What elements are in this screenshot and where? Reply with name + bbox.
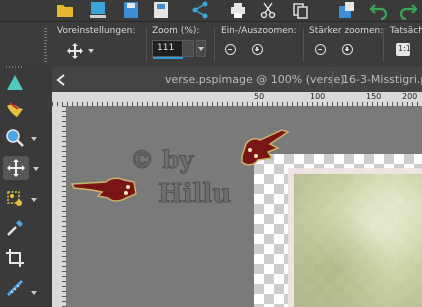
save-as-icon[interactable] xyxy=(151,0,171,20)
move-tool-dropdown-icon[interactable] xyxy=(33,167,39,171)
zoom-tool-icon[interactable] xyxy=(4,127,26,149)
dropper-tool-icon[interactable] xyxy=(4,217,26,239)
browse-icon[interactable] xyxy=(88,0,108,20)
top-toolbar xyxy=(0,0,422,21)
print-icon[interactable] xyxy=(228,0,248,20)
ruler-label: 200 xyxy=(402,92,418,101)
divider xyxy=(146,28,147,62)
flower-image-layer xyxy=(288,168,422,307)
tab-misstigri[interactable]: 16-3-Misstigri.ps xyxy=(342,73,422,86)
palette-grip[interactable] xyxy=(6,66,22,68)
tools-palette xyxy=(0,66,52,307)
tool-options-bar: Voreinstellungen: Zoom (%): Ein-/Auszoom… xyxy=(0,21,422,68)
chevron-down-icon xyxy=(198,47,204,51)
crop-tool-icon[interactable] xyxy=(4,247,26,269)
save-icon[interactable] xyxy=(121,0,141,20)
zoom-tool-dropdown-icon[interactable] xyxy=(31,137,37,141)
presets-label: Voreinstellungen: xyxy=(57,26,136,36)
preset-move-icon[interactable] xyxy=(66,42,84,60)
ruler-label: 50 xyxy=(254,92,265,101)
ruler-label: 150 xyxy=(366,92,382,101)
selection-tool-dropdown-icon[interactable] xyxy=(31,198,37,202)
share-icon[interactable] xyxy=(190,0,210,20)
zoom-out-button[interactable] xyxy=(225,44,236,55)
pointing-hand-up-icon xyxy=(241,129,290,166)
ruler-horizontal: 50 100 150 200 xyxy=(52,92,422,106)
zoom-out-more-button[interactable] xyxy=(315,44,326,55)
zoom-spinner[interactable] xyxy=(182,41,193,56)
zoom-in-out-label: Ein-/Auszoomen: xyxy=(221,26,297,36)
tab-verse[interactable]: verse.pspimage @ 100% (verse) xyxy=(165,73,345,86)
actual-size-label: Tatsäch xyxy=(390,26,422,36)
divider xyxy=(303,28,304,62)
cut-icon[interactable] xyxy=(258,0,278,20)
stronger-zoom-label: Stärker zoomen: xyxy=(309,26,384,36)
tab-divider xyxy=(332,71,333,88)
zoom-in-more-button[interactable] xyxy=(342,44,353,55)
move-tool-icon xyxy=(7,159,25,177)
zoom-input[interactable]: 111 xyxy=(152,40,194,59)
chevron-left-icon[interactable] xyxy=(56,74,66,86)
watermark-copyright: © by xyxy=(130,145,194,174)
zoom-label: Zoom (%): xyxy=(152,26,200,36)
zoom-in-button[interactable] xyxy=(252,44,263,55)
undo-icon[interactable] xyxy=(369,0,389,20)
options-bar-grip[interactable] xyxy=(44,28,47,62)
document-tab-bar: verse.pspimage @ 100% (verse) 16-3-Misst… xyxy=(52,67,422,92)
ruler-label: 100 xyxy=(310,92,326,101)
selection-tool-icon[interactable] xyxy=(4,188,26,210)
zoom-value: 111 xyxy=(157,43,175,53)
watermark-name: Hillu xyxy=(158,179,231,209)
actual-size-button[interactable]: 1:1 xyxy=(396,43,411,56)
move-tool-button[interactable] xyxy=(3,156,29,180)
crop-image-icon[interactable] xyxy=(336,0,356,20)
ruler-vertical xyxy=(52,106,66,307)
copy-icon[interactable] xyxy=(290,0,310,20)
open-folder-icon[interactable] xyxy=(55,0,75,20)
straighten-tool-dropdown-icon[interactable] xyxy=(31,291,37,295)
pointing-hand-left-icon xyxy=(70,177,137,202)
zoom-slider-bar[interactable] xyxy=(153,57,183,59)
redo-icon[interactable] xyxy=(398,0,418,20)
pan-tool-icon[interactable] xyxy=(4,72,26,94)
pick-tool-icon[interactable] xyxy=(4,98,26,120)
preset-dropdown-arrow-icon[interactable] xyxy=(88,49,94,53)
zoom-dropdown[interactable] xyxy=(196,40,206,57)
image-canvas[interactable]: © by Hillu xyxy=(66,106,422,307)
divider xyxy=(214,28,215,62)
divider xyxy=(383,28,384,62)
straighten-tool-icon[interactable] xyxy=(4,277,26,299)
